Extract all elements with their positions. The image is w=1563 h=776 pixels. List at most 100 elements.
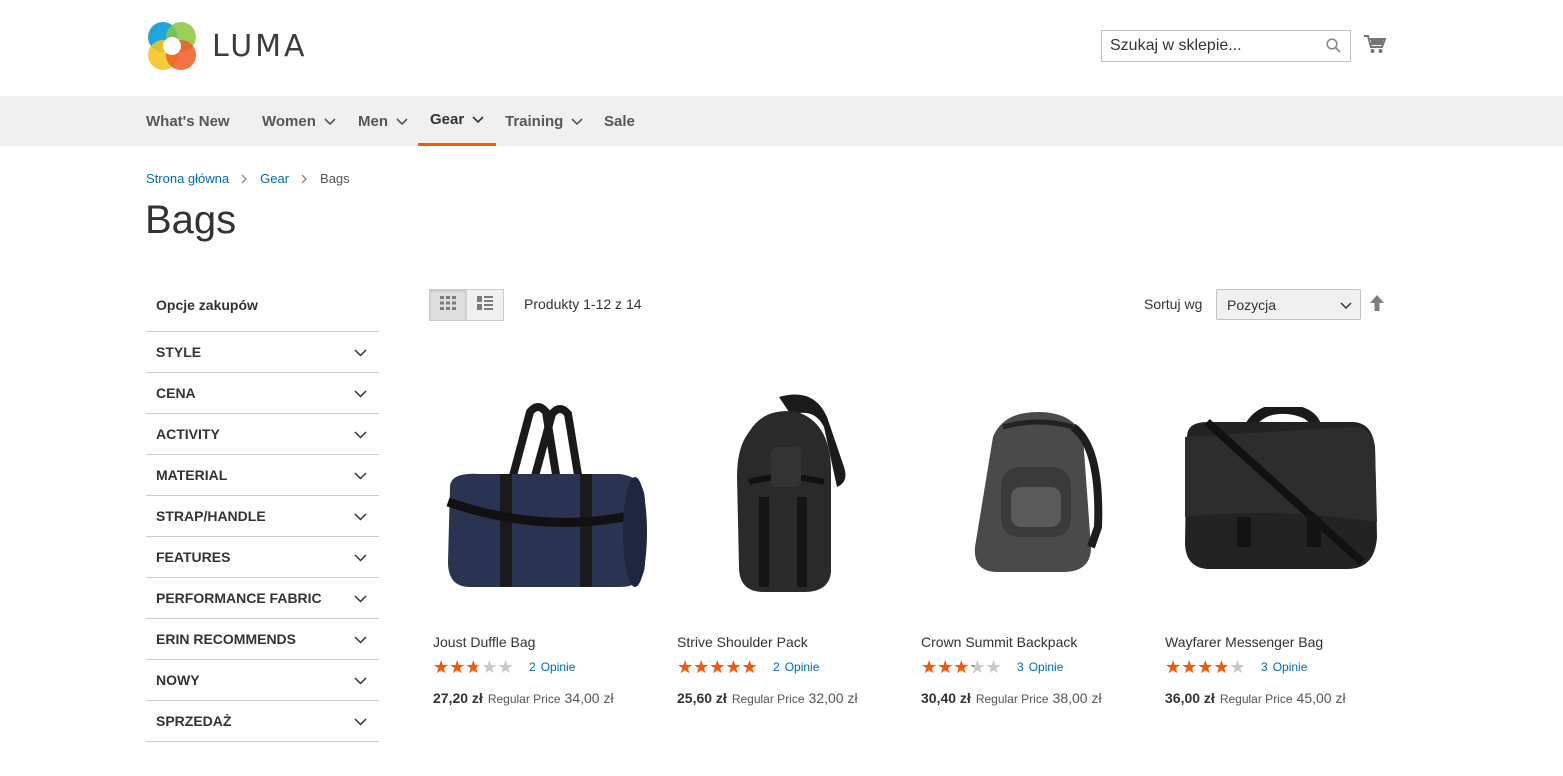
nav-item-label: Women (262, 112, 316, 130)
product-image[interactable] (429, 372, 661, 612)
review-count: 3 (1261, 660, 1268, 674)
filter-cena[interactable]: CENA (146, 373, 379, 414)
chevron-right-icon (301, 174, 308, 184)
product-image[interactable] (673, 372, 905, 612)
filter-nowy[interactable]: NOWY (146, 660, 379, 701)
product-rating: ★★★★★★★★★★ 3 Opinie (917, 658, 1149, 676)
reviews-link[interactable]: 3 Opinie (1261, 660, 1307, 674)
duffle-bag-icon (446, 403, 647, 587)
filter-performance-fabric[interactable]: PERFORMANCE FABRIC (146, 578, 379, 619)
nav-item-sale[interactable]: Sale (604, 96, 635, 146)
store-logo[interactable]: LUMA (146, 20, 308, 72)
reviews-link[interactable]: 3 Opinie (1017, 660, 1063, 674)
product-item: Wayfarer Messenger Bag ★★★★★★★★★★ 3 Opini… (1161, 372, 1393, 706)
regular-price-label: Regular Price (731, 692, 805, 706)
product-item: Strive Shoulder Pack ★★★★★ ★★★★★ 2 Opinie … (673, 372, 905, 706)
nav-item-label: Sale (604, 112, 635, 130)
filter-label: PERFORMANCE FABRIC (156, 590, 322, 606)
breadcrumb-home-link[interactable]: Strona główna (146, 171, 229, 186)
main-navigation: What's New Women Men Gear Training Sale (0, 96, 1563, 146)
breadcrumb: Strona główna Gear Bags (146, 171, 350, 186)
grid-view-button[interactable] (429, 289, 467, 321)
nav-item-label: Men (358, 112, 388, 130)
product-rating: ★★★★★★★★★★ 2 Opinie (429, 658, 661, 676)
filter-erin-recommends[interactable]: ERIN RECOMMENDS (146, 619, 379, 660)
nav-item-label: Training (505, 112, 564, 130)
nav-item-gear[interactable]: Gear (418, 96, 497, 146)
regular-price-label: Regular Price (487, 692, 561, 706)
product-name-link[interactable]: Crown Summit Backpack (917, 634, 1149, 650)
chevron-down-icon (354, 508, 367, 524)
product-price: 25,60 zł Regular Price 32,00 zł (673, 690, 905, 706)
filter-activity[interactable]: ACTIVITY (146, 414, 379, 455)
sort-select-value: Pozycja (1227, 296, 1277, 313)
chevron-down-icon (354, 590, 367, 606)
filter-label: SPRZEDAŻ (156, 713, 232, 729)
reviews-link[interactable]: 2 Opinie (529, 660, 575, 674)
rating-stars: ★★★★★★★★★★ (433, 657, 514, 677)
reviews-link[interactable]: 2 Opinie (773, 660, 819, 674)
shoulder-pack-icon (737, 394, 846, 592)
filter-label: ERIN RECOMMENDS (156, 631, 297, 647)
regular-price-label: Regular Price (1219, 692, 1293, 706)
reviews-label: Opinie (784, 660, 820, 674)
rating-stars: ★★★★★★★★★★ (677, 657, 758, 677)
nav-item-label: What's New (146, 112, 230, 130)
review-count: 2 (773, 660, 780, 674)
messenger-bag-icon (1185, 407, 1377, 569)
reviews-label: Opinie (1272, 660, 1308, 674)
page-title: Bags (145, 198, 237, 242)
nav-item-men[interactable]: Men (358, 96, 408, 146)
filter-material[interactable]: MATERIAL (146, 455, 379, 496)
chevron-down-icon (324, 113, 336, 130)
chevron-down-icon (354, 426, 367, 442)
nav-item-whats-new[interactable]: What's New (146, 96, 230, 146)
product-image[interactable] (1161, 372, 1393, 612)
filter-strap-handle[interactable]: STRAP/HANDLE (146, 496, 379, 537)
product-name-link[interactable]: Joust Duffle Bag (429, 634, 661, 650)
sort-select[interactable]: Pozycja (1216, 289, 1361, 320)
reviews-label: Opinie (1028, 660, 1064, 674)
search-icon[interactable] (1326, 38, 1341, 58)
filter-label: ACTIVITY (156, 426, 220, 442)
chevron-down-icon (354, 549, 367, 565)
grid-icon (440, 295, 456, 315)
chevron-down-icon (571, 113, 583, 130)
special-price: 36,00 zł (1165, 690, 1215, 706)
chevron-down-icon (354, 344, 367, 360)
product-name-link[interactable]: Strive Shoulder Pack (673, 634, 905, 650)
filter-label: STRAP/HANDLE (156, 508, 266, 524)
chevron-down-icon (354, 672, 367, 688)
nav-item-women[interactable]: Women (262, 96, 336, 146)
filter-label: CENA (156, 385, 196, 401)
chevron-down-icon (354, 385, 367, 401)
cart-icon[interactable] (1364, 34, 1387, 59)
product-rating: ★★★★★★★★★★ 2 Opinie (673, 658, 905, 676)
toolbar-amount: Produkty 1-12 z 14 (524, 296, 642, 312)
chevron-down-icon (354, 713, 367, 729)
special-price: 30,40 zł (921, 690, 971, 706)
product-price: 27,20 zł Regular Price 34,00 zł (429, 690, 661, 706)
nav-item-label: Gear (430, 111, 465, 128)
reviews-label: Opinie (540, 660, 576, 674)
breadcrumb-gear-link[interactable]: Gear (260, 171, 289, 186)
luma-logo-icon (146, 20, 198, 72)
nav-item-training[interactable]: Training (505, 96, 583, 146)
list-icon (477, 295, 493, 315)
filter-sprzedaz[interactable]: SPRZEDAŻ (146, 701, 379, 742)
regular-price: 32,00 zł (808, 690, 858, 706)
sort-direction-arrow-up-icon[interactable] (1370, 295, 1384, 316)
sort-label: Sortuj wg (1144, 296, 1203, 312)
product-rating: ★★★★★★★★★★ 3 Opinie (1161, 658, 1393, 676)
filter-sidebar: Opcje zakupów STYLE CENA ACTIVITY MATERI… (146, 286, 379, 742)
filter-features[interactable]: FEATURES (146, 537, 379, 578)
product-name-link[interactable]: Wayfarer Messenger Bag (1161, 634, 1393, 650)
search-input[interactable] (1102, 31, 1312, 61)
filter-style[interactable]: STYLE (146, 332, 379, 373)
chevron-down-icon (354, 631, 367, 647)
list-view-button[interactable] (466, 289, 504, 321)
regular-price-label: Regular Price (975, 692, 1049, 706)
sidebar-title: Opcje zakupów (146, 286, 379, 332)
product-image[interactable] (917, 372, 1149, 612)
filter-label: MATERIAL (156, 467, 228, 483)
